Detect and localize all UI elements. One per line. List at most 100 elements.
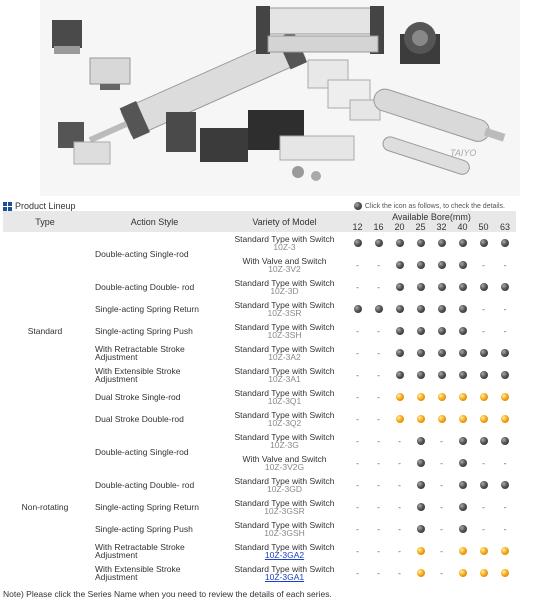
available-dot-icon[interactable]	[501, 371, 509, 380]
series-model-link[interactable]: 10Z-3Q2	[268, 418, 302, 428]
not-available-mark: -	[377, 325, 380, 336]
available-dot-icon[interactable]	[437, 261, 446, 270]
available-dot-icon[interactable]	[458, 459, 467, 468]
available-dot-icon[interactable]	[416, 261, 425, 270]
available-dot-icon[interactable]	[416, 239, 425, 248]
available-dot-icon[interactable]	[395, 305, 404, 314]
available-dot-icon[interactable]	[479, 437, 488, 446]
available-dot-icon[interactable]	[458, 327, 467, 336]
available-orange-dot-icon[interactable]	[458, 415, 467, 424]
series-model-link[interactable]: 10Z-3SR	[267, 308, 301, 318]
available-dot-icon[interactable]	[458, 481, 467, 490]
available-orange-dot-icon[interactable]	[458, 393, 467, 402]
available-orange-dot-icon[interactable]	[479, 393, 488, 402]
available-dot-icon[interactable]	[479, 283, 488, 292]
series-model-link[interactable]: 10Z-3Q1	[268, 396, 302, 406]
available-dot-icon[interactable]	[479, 239, 488, 248]
bore-cell: -	[347, 408, 368, 430]
available-orange-dot-icon[interactable]	[479, 547, 488, 556]
available-dot-icon[interactable]	[501, 481, 509, 490]
series-model-link[interactable]: 10Z-3GD	[267, 484, 302, 494]
available-dot-icon[interactable]	[458, 503, 467, 512]
available-orange-dot-icon[interactable]	[437, 415, 446, 424]
available-orange-dot-icon[interactable]	[458, 547, 467, 556]
available-dot-icon[interactable]	[353, 239, 362, 248]
available-dot-icon[interactable]	[374, 305, 383, 314]
available-dot-icon[interactable]	[416, 283, 425, 292]
available-dot-icon[interactable]	[395, 239, 404, 248]
available-dot-icon[interactable]	[458, 525, 467, 534]
available-orange-dot-icon[interactable]	[501, 569, 509, 578]
available-orange-dot-icon[interactable]	[479, 415, 488, 424]
available-orange-dot-icon[interactable]	[416, 415, 425, 424]
available-dot-icon[interactable]	[458, 261, 467, 270]
available-dot-icon[interactable]	[501, 239, 509, 248]
available-dot-icon[interactable]	[416, 327, 425, 336]
available-dot-icon[interactable]	[395, 261, 404, 270]
available-orange-dot-icon[interactable]	[501, 393, 509, 402]
available-orange-dot-icon[interactable]	[395, 415, 404, 424]
available-dot-icon[interactable]	[416, 371, 425, 380]
available-dot-icon[interactable]	[416, 525, 425, 534]
series-model-link[interactable]: 10Z-3GA2	[265, 550, 304, 560]
available-dot-icon[interactable]	[416, 481, 425, 490]
available-orange-dot-icon[interactable]	[501, 547, 509, 556]
available-dot-icon[interactable]	[437, 371, 446, 380]
bore-cell: -	[431, 452, 452, 474]
series-model-link[interactable]: 10Z-3GSR	[264, 506, 305, 516]
available-dot-icon[interactable]	[416, 349, 425, 358]
model-code-wrap: 10Z-3G	[222, 441, 347, 450]
available-orange-dot-icon[interactable]	[416, 569, 425, 578]
available-dot-icon[interactable]	[395, 349, 404, 358]
series-model-link[interactable]: 10Z-3A1	[268, 374, 301, 384]
available-dot-icon[interactable]	[416, 459, 425, 468]
table-row: Standard Double-acting Single-rod Standard…	[3, 232, 516, 335]
available-dot-icon[interactable]	[437, 283, 446, 292]
series-model-link[interactable]: 10Z-3G	[270, 440, 299, 450]
available-dot-icon[interactable]	[416, 437, 425, 446]
available-dot-icon[interactable]	[437, 305, 446, 314]
available-dot-icon[interactable]	[458, 437, 467, 446]
series-model-link[interactable]: 10Z-3V2	[268, 264, 301, 274]
available-orange-dot-icon[interactable]	[501, 415, 509, 424]
available-dot-icon[interactable]	[353, 305, 362, 314]
available-dot-icon[interactable]	[416, 503, 425, 512]
available-dot-icon[interactable]	[501, 437, 509, 446]
available-dot-icon[interactable]	[437, 349, 446, 358]
bore-cell	[452, 386, 473, 408]
available-dot-icon[interactable]	[437, 239, 446, 248]
series-model-link[interactable]: 10Z-3D	[270, 286, 298, 296]
available-dot-icon[interactable]	[479, 371, 488, 380]
available-dot-icon[interactable]	[395, 283, 404, 292]
available-dot-icon[interactable]	[501, 283, 509, 292]
available-orange-dot-icon[interactable]	[395, 393, 404, 402]
series-model-link[interactable]: 10Z-3V2G	[265, 462, 304, 472]
available-orange-dot-icon[interactable]	[416, 393, 425, 402]
bore-cell	[431, 386, 452, 408]
available-dot-icon[interactable]	[458, 305, 467, 314]
available-dot-icon[interactable]	[458, 239, 467, 248]
available-dot-icon[interactable]	[479, 481, 488, 490]
variety-cell: Standard Type with Switch 10Z-3SH	[222, 320, 347, 342]
model-code-wrap: 10Z-3GA2	[222, 551, 347, 560]
series-model-link[interactable]: 10Z-3GSH	[264, 528, 305, 538]
available-dot-icon[interactable]	[395, 327, 404, 336]
series-model-link[interactable]: 10Z-3GA1	[265, 572, 304, 582]
available-dot-icon[interactable]	[395, 371, 404, 380]
available-dot-icon[interactable]	[458, 349, 467, 358]
series-model-link[interactable]: 10Z-3SH	[267, 330, 301, 340]
series-model-link[interactable]: 10Z-3	[273, 242, 295, 252]
available-dot-icon[interactable]	[501, 349, 509, 358]
available-orange-dot-icon[interactable]	[479, 569, 488, 578]
available-dot-icon[interactable]	[416, 305, 425, 314]
available-dot-icon[interactable]	[374, 239, 383, 248]
available-orange-dot-icon[interactable]	[458, 569, 467, 578]
available-orange-dot-icon[interactable]	[416, 547, 425, 556]
not-available-mark: -	[356, 435, 359, 446]
available-dot-icon[interactable]	[437, 327, 446, 336]
available-orange-dot-icon[interactable]	[437, 393, 446, 402]
available-dot-icon[interactable]	[458, 371, 467, 380]
available-dot-icon[interactable]	[458, 283, 467, 292]
series-model-link[interactable]: 10Z-3A2	[268, 352, 301, 362]
available-dot-icon[interactable]	[479, 349, 488, 358]
